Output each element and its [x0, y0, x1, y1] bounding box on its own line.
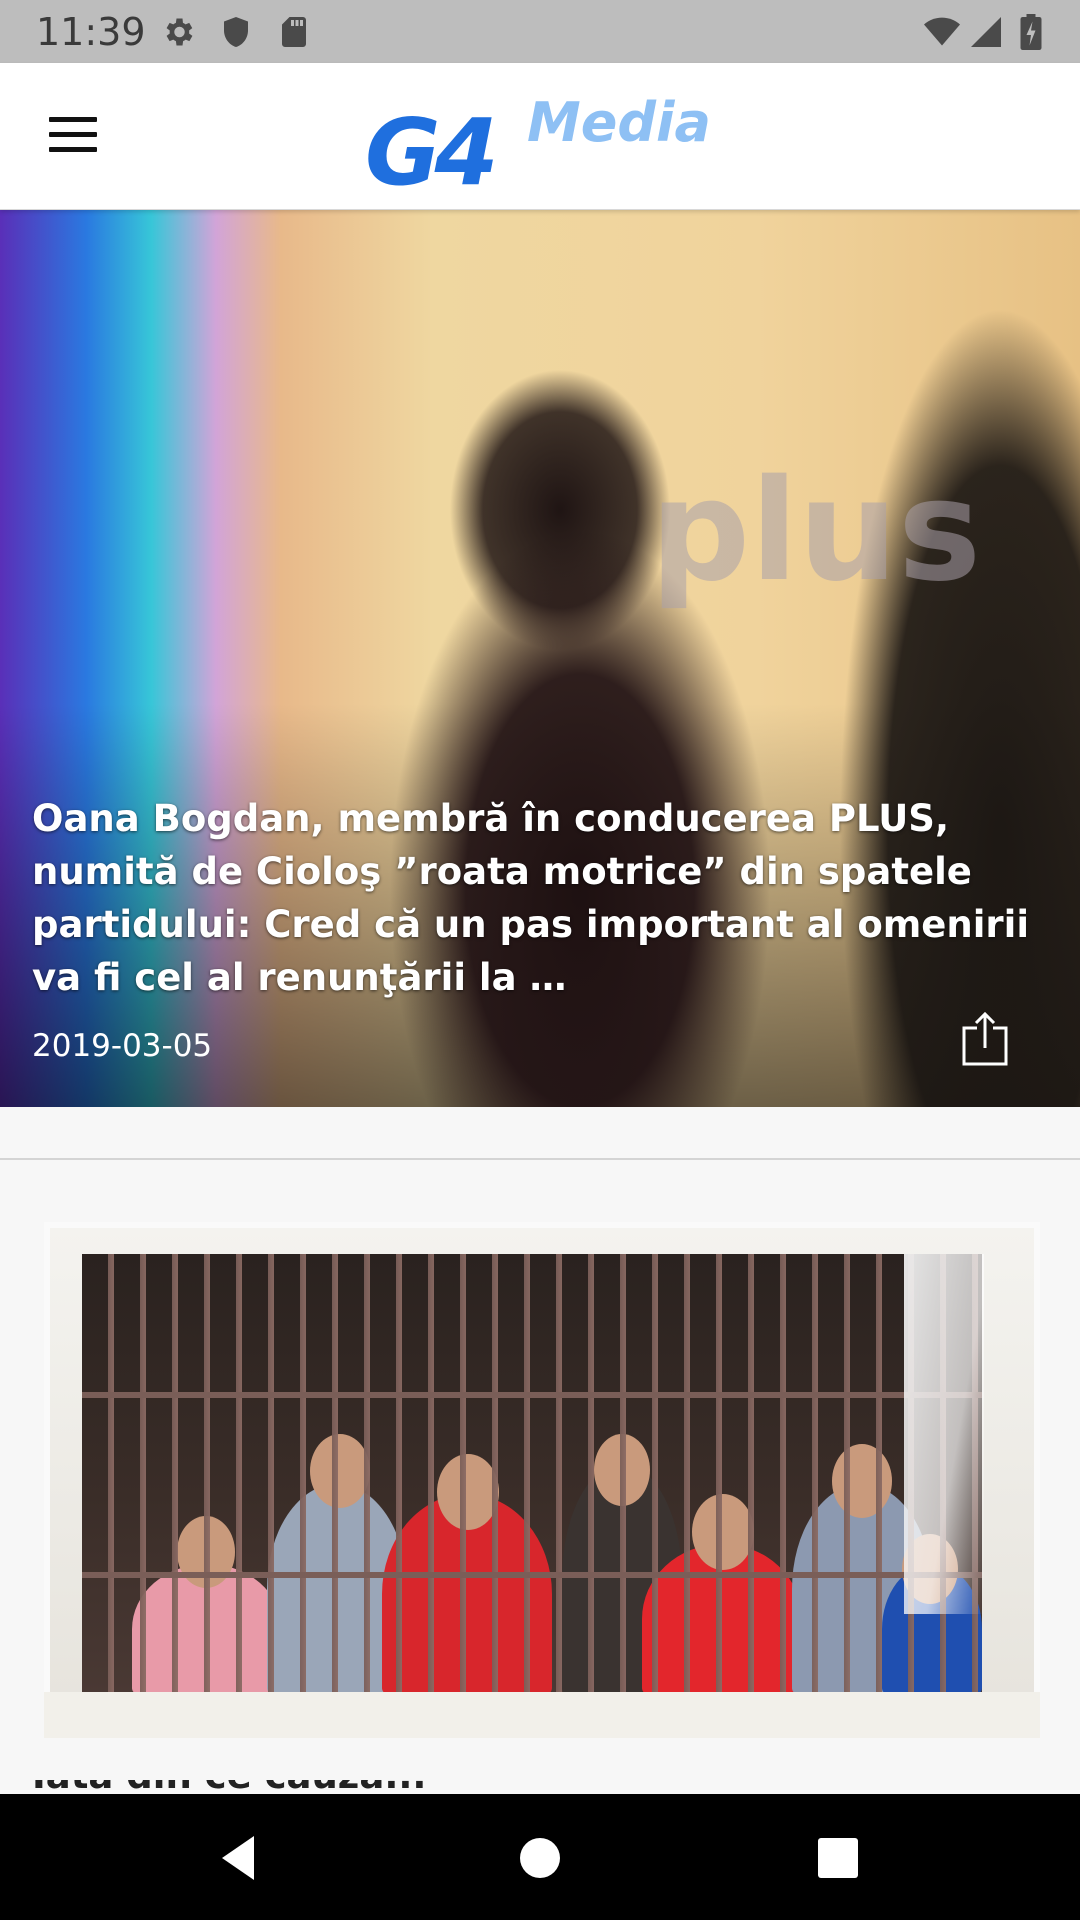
system-nav-bar — [0, 1794, 1080, 1920]
back-icon[interactable] — [206, 1826, 270, 1890]
status-time: 11:39 — [36, 10, 146, 54]
share-icon[interactable] — [960, 1010, 1010, 1068]
logo-main: G4 — [365, 99, 499, 206]
image-text-plus: plus — [650, 450, 982, 613]
app-bar: G4 Media — [0, 63, 1080, 210]
featured-article-date: 2019-03-05 — [32, 1028, 213, 1064]
recents-icon[interactable] — [806, 1826, 870, 1890]
window-crossbar — [82, 1572, 982, 1578]
shield-icon — [224, 17, 248, 47]
gear-icon — [166, 18, 193, 46]
featured-article-title[interactable]: Oana Bogdan, membră în conducerea PLUS, … — [32, 792, 1052, 1004]
featured-article-card[interactable]: plus Oana Bogdan, membră în conducerea P… — [0, 210, 1080, 1107]
section-divider — [0, 1158, 1080, 1160]
second-article-title[interactable]: Iată din ce cauză... — [32, 1780, 1052, 1794]
battery-icon — [1020, 14, 1042, 50]
window-bars — [82, 1254, 982, 1694]
window-crossbar — [82, 1392, 982, 1398]
g4media-logo: G4 Media — [365, 87, 725, 206]
logo-sub: Media — [527, 91, 711, 154]
sd-card-icon — [282, 17, 306, 47]
wifi-icon — [924, 17, 960, 46]
signal-icon — [971, 17, 1001, 47]
hamburger-menu-icon[interactable] — [40, 111, 106, 167]
article-image-prison-window[interactable] — [44, 1222, 1040, 1738]
window-curtain — [904, 1254, 984, 1614]
window-sill — [44, 1692, 1040, 1738]
status-bar: 11:39 — [0, 0, 1080, 63]
home-icon[interactable] — [508, 1826, 572, 1890]
